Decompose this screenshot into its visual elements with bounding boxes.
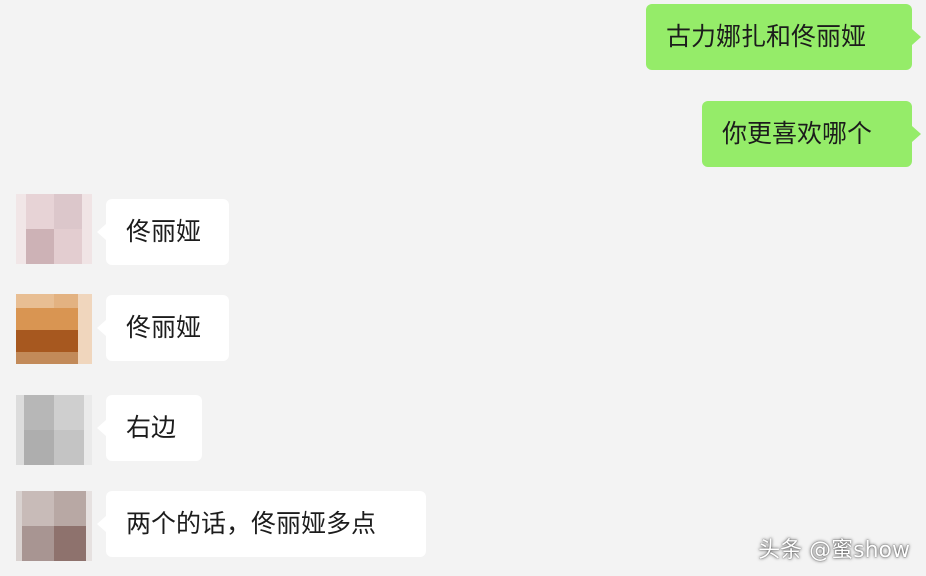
avatar[interactable] bbox=[16, 194, 92, 264]
bubble-tail bbox=[912, 29, 921, 45]
received-message-bubble[interactable]: 两个的话，佟丽娅多点 bbox=[106, 491, 426, 557]
bubble-tail bbox=[97, 420, 106, 436]
avatar[interactable] bbox=[16, 491, 92, 561]
avatar[interactable] bbox=[16, 294, 92, 364]
bubble-tail bbox=[912, 126, 921, 142]
bubble-tail bbox=[97, 224, 106, 240]
bubble-tail bbox=[97, 516, 106, 532]
bubble-tail bbox=[97, 320, 106, 336]
sent-message-bubble[interactable]: 古力娜扎和佟丽娅 bbox=[646, 4, 912, 70]
received-message-bubble[interactable]: 佟丽娅 bbox=[106, 295, 229, 361]
sent-message-bubble[interactable]: 你更喜欢哪个 bbox=[702, 101, 912, 167]
avatar[interactable] bbox=[16, 395, 92, 465]
received-message-bubble[interactable]: 右边 bbox=[106, 395, 202, 461]
received-message-bubble[interactable]: 佟丽娅 bbox=[106, 199, 229, 265]
watermark: 头条 @蜜show bbox=[758, 538, 910, 563]
